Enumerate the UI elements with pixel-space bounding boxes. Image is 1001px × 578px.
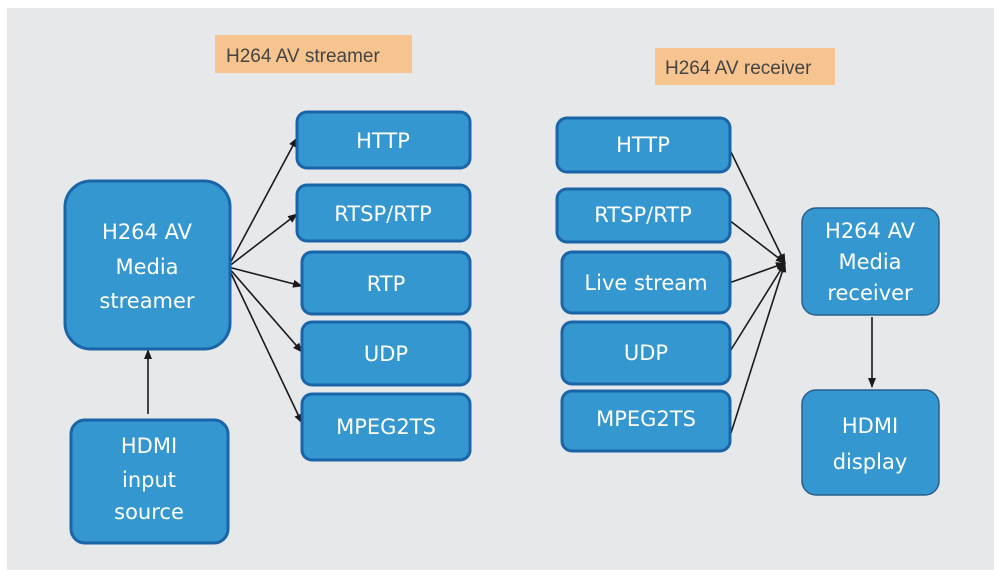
receiver-main-box: H264 AV Media receiver: [801, 207, 940, 316]
receiver-main-line1: H264 AV: [825, 219, 916, 243]
receiver-protocol-http: HTTP: [555, 116, 732, 174]
streamer-protocol-mpeg2ts: MPEG2TS: [300, 392, 472, 462]
receiver-title-label: H264 AV receiver: [655, 48, 835, 85]
protocol-label: Live stream: [584, 271, 707, 295]
receiver-title-text: H264 AV receiver: [665, 58, 812, 79]
protocol-label: RTSP/RTP: [334, 202, 432, 226]
protocol-label: MPEG2TS: [336, 415, 436, 439]
protocol-label: RTSP/RTP: [594, 203, 692, 227]
receiver-protocol-rtsp: RTSP/RTP: [555, 187, 732, 244]
receiver-main-line3: receiver: [827, 281, 913, 305]
receiver-main-line2: Media: [838, 250, 901, 274]
protocol-label: HTTP: [356, 129, 410, 153]
streamer-main-box: H264 AV Media streamer: [63, 179, 232, 351]
protocol-label: RTP: [367, 272, 406, 296]
streamer-main-line2: Media: [115, 255, 178, 279]
source-line3: source: [114, 500, 184, 524]
source-line2: input: [122, 468, 176, 492]
hdmi-display-box: HDMI display: [801, 389, 940, 496]
streamer-main-line3: streamer: [99, 289, 195, 313]
receiver-protocol-live-stream: Live stream: [560, 250, 732, 315]
display-line2: display: [833, 450, 908, 474]
diagram: H264 AV streamer H264 AV receiver H264 A…: [7, 8, 994, 570]
streamer-protocol-rtp: RTP: [300, 250, 472, 316]
receiver-protocol-mpeg2ts: MPEG2TS: [560, 389, 732, 453]
streamer-protocol-http: HTTP: [295, 110, 472, 170]
streamer-protocol-udp: UDP: [300, 320, 472, 387]
receiver-protocol-udp: UDP: [560, 320, 732, 386]
display-line1: HDMI: [842, 414, 898, 438]
hdmi-input-source-box: HDMI input source: [69, 418, 230, 545]
protocol-label: HTTP: [616, 133, 670, 157]
protocol-label: MPEG2TS: [596, 407, 696, 431]
streamer-title-text: H264 AV streamer: [226, 46, 381, 67]
protocol-label: UDP: [364, 342, 408, 366]
streamer-protocol-rtsp: RTSP/RTP: [295, 183, 472, 243]
streamer-title-label: H264 AV streamer: [215, 35, 412, 73]
source-line1: HDMI: [121, 434, 177, 458]
protocol-label: UDP: [624, 341, 668, 365]
streamer-main-line1: H264 AV: [102, 220, 193, 244]
